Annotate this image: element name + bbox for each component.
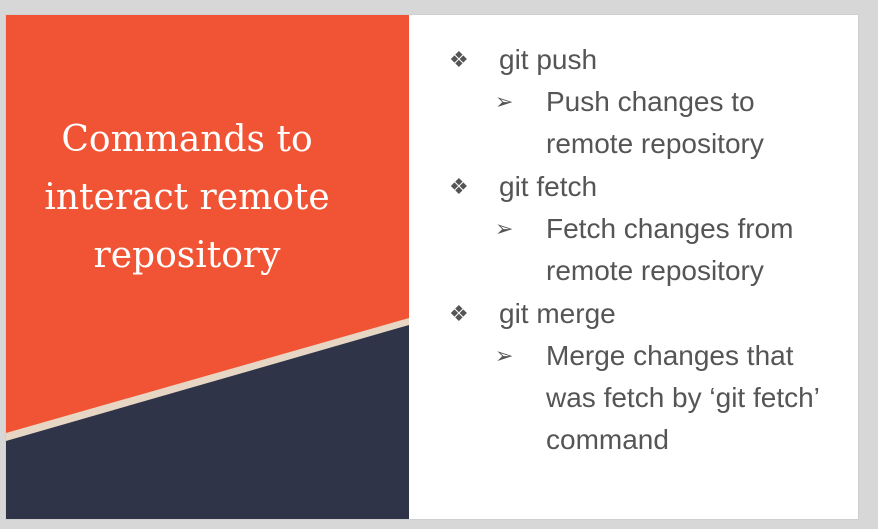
arrow-bullet-icon: ➢ <box>495 343 514 368</box>
git-fetch-description-line-2: remote repository <box>546 255 764 286</box>
git-merge-label: git merge <box>499 298 616 329</box>
git-merge-description-line-2: was fetch by ‘git fetch’ <box>546 382 820 413</box>
git-push-description-line-1: Push changes to <box>546 86 755 117</box>
diamond-bullet-icon: ❖ <box>449 174 469 199</box>
git-merge-description-line-1: Merge changes that <box>546 340 794 371</box>
arrow-bullet-icon: ➢ <box>495 89 514 114</box>
git-fetch-description-line-1: Fetch changes from <box>546 213 794 244</box>
slide-title-line-3: repository <box>93 235 281 276</box>
slide-title-line-2: interact remote <box>44 177 330 218</box>
git-fetch-description: Fetch changes from remote repository <box>546 208 846 292</box>
arrow-bullet-icon: ➢ <box>495 216 514 241</box>
slide-title-line-1: Commands to <box>61 119 313 160</box>
slide-title: Commands to interact remote repository <box>6 111 368 285</box>
git-merge-bullet: ❖ git merge <box>409 293 829 335</box>
title-panel: Commands to interact remote repository <box>6 15 409 519</box>
git-fetch-bullet: ❖ git fetch <box>409 166 829 208</box>
git-fetch-label: git fetch <box>499 171 598 202</box>
slide-canvas: Commands to interact remote repository ❖… <box>6 15 858 519</box>
git-push-description: Push changes to remote repository <box>546 81 846 165</box>
git-merge-description-line-3: command <box>546 424 669 455</box>
git-merge-description: Merge changes that was fetch by ‘git fet… <box>546 335 846 461</box>
content-panel: ❖ git push ➢ Push changes to remote repo… <box>409 15 858 519</box>
git-push-description-line-2: remote repository <box>546 128 764 159</box>
diamond-bullet-icon: ❖ <box>449 47 469 72</box>
git-push-bullet: ❖ git push <box>409 39 829 81</box>
presentation-frame: Commands to interact remote repository ❖… <box>0 0 878 529</box>
diamond-bullet-icon: ❖ <box>449 301 469 326</box>
git-push-label: git push <box>499 44 598 75</box>
